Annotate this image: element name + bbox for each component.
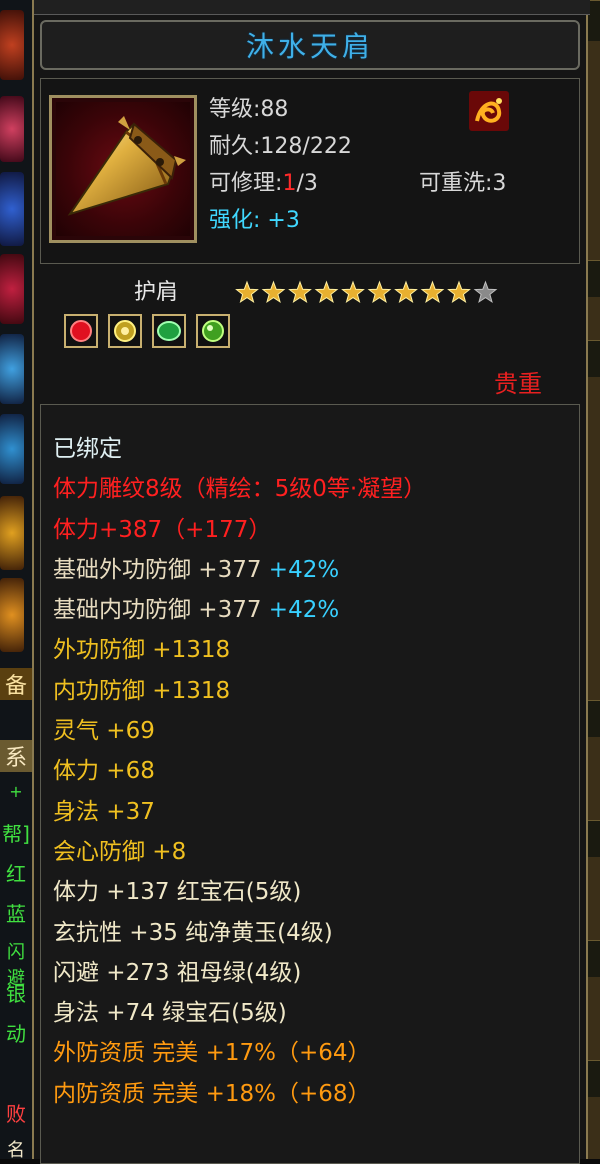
properties-list: 已绑定 体力雕纹8级（精绘：5级0等·凝望） 体力+387（+177） 基础外功… [53,429,426,1114]
property-gem-green: 身法 +74 绿宝石(5级) [53,1000,287,1027]
dragon-emblem-icon [469,91,509,131]
green-gem-icon [196,314,230,348]
repair-used: 1 [282,171,297,196]
side-text: 败 [6,1102,26,1126]
repair-row: 可修理:1/3 [209,165,352,202]
property-inner-aptitude: 内防资质 完美 +18%（+68） [53,1080,371,1107]
item-title-bar: 沐水天肩 [40,20,580,70]
item-properties-box: 已绑定 体力雕纹8级（精绘：5级0等·凝望） 体力+387（+177） 基础外功… [40,404,580,1164]
property-base-inner-def: 基础内功防御 +377 +42% [53,590,426,630]
star-filled-icon [394,280,418,304]
right-strip-segment [588,340,600,377]
skill-slot-icon[interactable] [0,496,24,570]
item-stats: 等级:88 耐久:128/222 可修理:1/3 强化: +3 [209,91,352,239]
repair-max: /3 [296,171,318,196]
base-inner-def-text: 基础内功防御 +377 [53,597,262,624]
side-text: + [9,782,23,801]
property-spirit: 灵气 +69 [53,718,155,745]
level-label: 等级 [209,97,254,122]
property-gem-topaz: 玄抗性 +35 纯净黄玉(4级) [53,919,333,946]
repair-label: 可修理 [209,171,276,196]
side-text: 帮] [2,822,30,846]
right-strip-segment [588,820,600,857]
ruby-gem-icon [64,314,98,348]
item-tooltip: 沐水天肩 等级:88 耐久:128/222 可修理:1/3 强化: +3 可重洗… [32,0,590,1164]
side-text: 名 [7,1140,25,1161]
left-sidebar-strip: 备 系 + 帮] 红 蓝 闪避 银 动 败 名 [0,0,32,1161]
durability-label: 耐久 [209,134,254,159]
side-tab-equip[interactable]: 备 [0,668,32,700]
star-rating [235,280,498,304]
property-gem-ruby: 体力 +137 红宝石(5级) [53,879,302,906]
property-gem-emerald: 闪避 +273 祖母绿(4级) [53,959,302,986]
star-filled-icon [367,280,392,304]
skill-slot-icon[interactable] [0,578,24,652]
rarity-label: 贵重 [494,370,542,398]
skill-slot-icon[interactable] [0,96,24,162]
skill-slot-icon[interactable] [0,10,24,80]
star-filled-icon [420,280,445,304]
enhance-row: 强化: +3 [209,202,352,239]
item-type: 护肩 [134,280,179,305]
right-strip-segment [588,260,600,297]
star-filled-icon [341,280,365,304]
rewash-value: :3 [485,171,507,196]
star-filled-icon [235,280,259,304]
property-stamina: 体力 +68 [53,758,155,785]
skill-slot-icon[interactable] [0,334,24,404]
star-filled-icon [314,280,339,304]
yellow-jade-gem-icon [108,314,142,348]
skill-slot-icon[interactable] [0,254,24,324]
property-engrave: 体力雕纹8级（精绘：5级0等·凝望） [53,476,427,503]
star-filled-icon [447,280,471,304]
side-text: 蓝 [6,902,26,926]
emerald-gem-icon [152,314,186,348]
enhance-label: 强化 [209,208,254,233]
property-outer-aptitude: 外防资质 完美 +17%（+64） [53,1040,371,1067]
level-row: 等级:88 [209,91,352,128]
right-strip-segment [588,940,600,977]
right-strip-segment [588,700,600,737]
durability-row: 耐久:128/222 [209,128,352,165]
tooltip-top-edge [34,0,590,15]
property-agility: 身法 +37 [53,798,155,825]
side-text: 红 [6,862,26,886]
item-name: 沐水天肩 [245,30,374,63]
item-info-box: 等级:88 耐久:128/222 可修理:1/3 强化: +3 可重洗:3 [40,78,580,264]
item-icon-frame [49,95,197,243]
property-bound: 已绑定 [53,436,122,462]
star-filled-icon [261,280,286,304]
base-outer-def-text: 基础外功防御 +377 [53,556,262,583]
enhance-value: : +3 [253,208,300,233]
property-base-outer-def: 基础外功防御 +377 +42% [53,550,426,590]
star-filled-icon [288,280,312,304]
side-tab-system[interactable]: 系 [0,740,32,772]
durability-value: :128/222 [253,134,352,159]
skill-slot-icon[interactable] [0,414,24,484]
star-empty-icon [473,280,498,304]
rewash-row: 可重洗:3 [419,165,506,197]
right-strip-segment [588,1060,600,1097]
rewash-label: 可重洗 [419,171,486,196]
item-icon-background [56,102,190,236]
shoulder-armor-icon [67,116,186,216]
right-sidebar-strip [588,0,600,1159]
base-inner-def-bonus: +42% [268,597,340,624]
property-outer-def: 外功防御 +1318 [53,637,231,664]
property-inner-def: 内功防御 +1318 [53,677,231,704]
skill-slot-icon[interactable] [0,172,24,246]
level-value: :88 [253,97,289,122]
side-text: 动 [6,1022,26,1046]
property-stamina-total: 体力+387（+177） [53,516,272,543]
base-outer-def-bonus: +42% [268,556,340,583]
property-crit-def: 会心防御 +8 [53,838,187,865]
side-text: 银 [6,982,26,1006]
